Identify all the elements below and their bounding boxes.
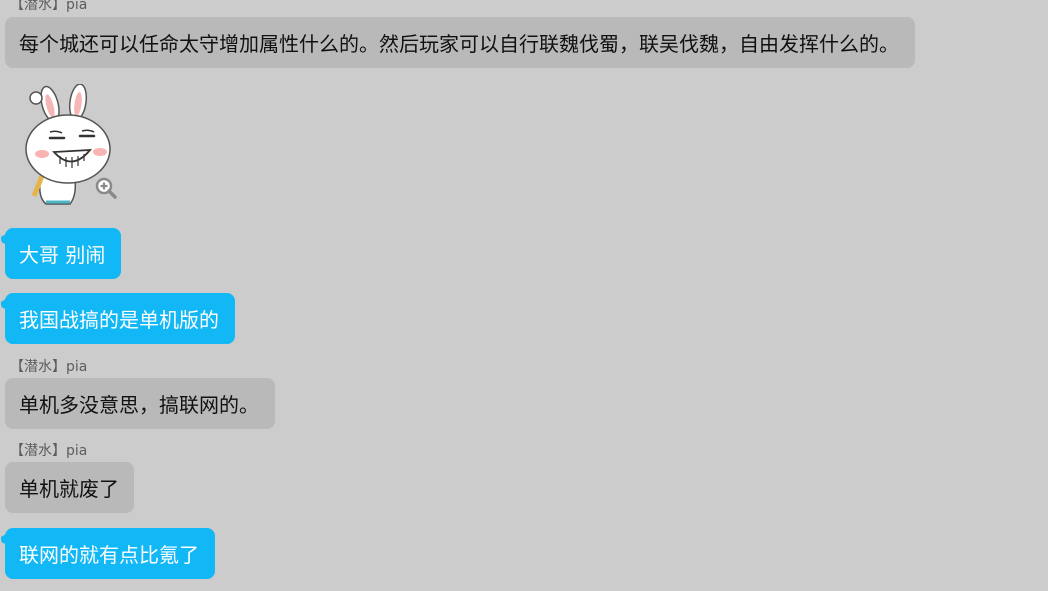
- message-text: 单机就废了: [19, 477, 119, 501]
- message-text: 大哥 别闹: [19, 243, 106, 267]
- sender-name: 【潜水】pia: [10, 0, 88, 13]
- message-text: 每个城还可以任命太守增加属性什么的。然后玩家可以自行联魏伐蜀，联吴伐魏，自由发挥…: [19, 32, 899, 56]
- outgoing-message-bubble[interactable]: 我国战搞的是单机版的: [5, 293, 235, 344]
- outgoing-message-bubble[interactable]: 大哥 别闹: [5, 228, 121, 279]
- chat-message-list[interactable]: 【潜水】pia 每个城还可以任命太守增加属性什么的。然后玩家可以自行联魏伐蜀，联…: [0, 0, 1048, 591]
- message-text: 单机多没意思，搞联网的。: [19, 393, 259, 417]
- incoming-message-bubble[interactable]: 每个城还可以任命太守增加属性什么的。然后玩家可以自行联魏伐蜀，联吴伐魏，自由发挥…: [5, 17, 915, 68]
- message-text: 联网的就有点比氪了: [19, 543, 199, 567]
- sender-name: 【潜水】pia: [10, 359, 88, 375]
- outgoing-message-bubble[interactable]: 联网的就有点比氪了: [5, 528, 215, 579]
- message-text: 我国战搞的是单机版的: [19, 308, 219, 332]
- incoming-message-bubble[interactable]: 单机就废了: [5, 462, 134, 513]
- zoom-in-icon[interactable]: [94, 176, 118, 200]
- sender-name: 【潜水】pia: [10, 443, 88, 459]
- incoming-message-bubble[interactable]: 单机多没意思，搞联网的。: [5, 378, 275, 429]
